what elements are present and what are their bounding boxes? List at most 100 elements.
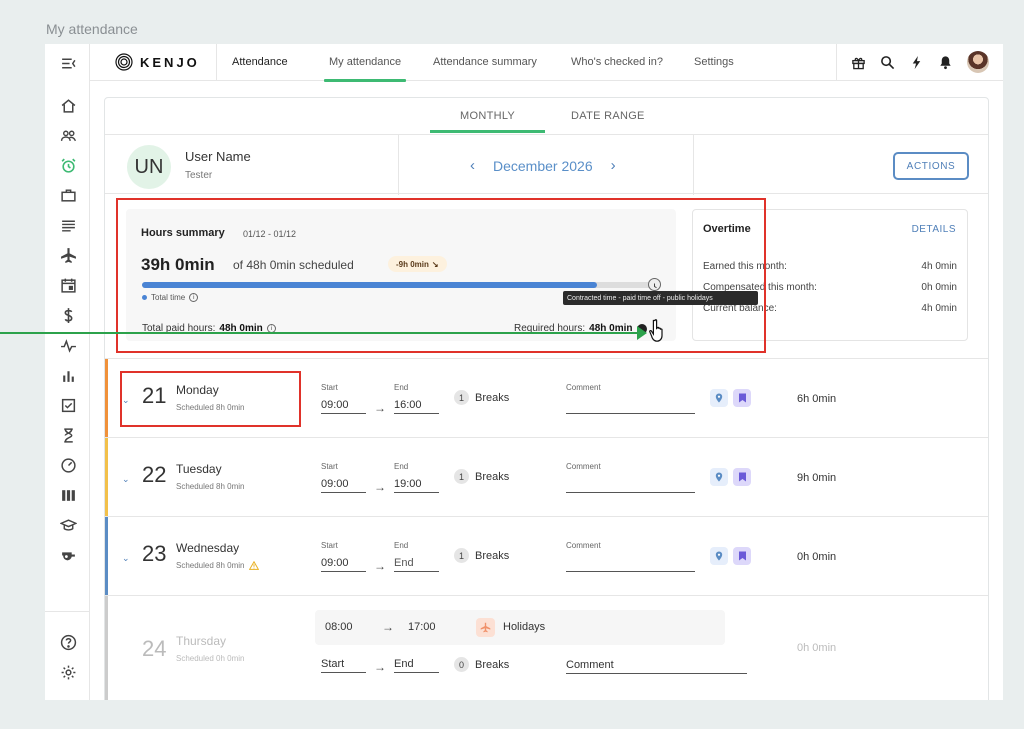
chevron-down-icon[interactable]: ⌄ xyxy=(122,395,130,406)
pulse-icon[interactable] xyxy=(57,334,79,356)
end-time-input[interactable]: End xyxy=(394,658,439,673)
start-time-input[interactable]: Start xyxy=(321,658,366,673)
whistle-icon[interactable] xyxy=(57,544,79,566)
start-time-input[interactable]: 09:00 xyxy=(321,478,366,493)
day-status-bar xyxy=(105,438,108,516)
airplane-icon xyxy=(476,618,495,637)
settings-icon[interactable] xyxy=(57,661,79,683)
hours-progress-bar xyxy=(142,282,659,288)
home-icon[interactable] xyxy=(57,94,79,116)
top-icon-group xyxy=(836,44,1003,81)
day-number: 24 xyxy=(142,636,167,661)
breaks-count: 0 xyxy=(454,657,469,672)
breaks-control[interactable]: 1 Breaks xyxy=(454,469,509,484)
scheduled-hours: of 48h 0min scheduled xyxy=(233,258,354,272)
bell-icon[interactable] xyxy=(936,53,954,71)
lightning-icon[interactable] xyxy=(907,53,925,71)
next-month-icon[interactable]: › xyxy=(611,157,616,174)
comment-input[interactable] xyxy=(566,399,695,414)
clock-marker-icon[interactable] xyxy=(648,278,661,291)
arrow-right-icon: → xyxy=(374,480,386,494)
overtime-row-value: 0h 0min xyxy=(921,282,957,293)
start-time-input[interactable]: 09:00 xyxy=(321,399,366,414)
top-navigation: KENJO Attendance My attendance Attendanc… xyxy=(90,44,1003,82)
location-pin-icon[interactable] xyxy=(710,389,728,407)
day-status-bar xyxy=(105,596,108,700)
breaks-count: 1 xyxy=(454,390,469,405)
gauge-icon[interactable] xyxy=(57,454,79,476)
overtime-card: Overtime DETAILS Earned this month: 4h 0… xyxy=(692,209,968,341)
location-pin-icon[interactable] xyxy=(710,468,728,486)
hourglass-icon[interactable] xyxy=(57,424,79,446)
chevron-down-icon[interactable]: ⌄ xyxy=(122,474,130,485)
tab-monthly[interactable]: MONTHLY xyxy=(429,110,546,133)
comment-label: Comment xyxy=(566,541,601,550)
bookmark-icon[interactable] xyxy=(733,547,751,565)
day-row-24: 24 Thursday Scheduled 0h 0min 08:00 → 17… xyxy=(105,595,988,700)
tab-attendance-summary[interactable]: Attendance summary xyxy=(433,56,537,68)
kenjo-logo[interactable]: KENJO xyxy=(115,53,200,71)
breaks-label: Breaks xyxy=(475,549,510,562)
breaks-label: Breaks xyxy=(475,658,510,671)
arrow-right-icon: → xyxy=(382,620,394,634)
checklist-icon[interactable] xyxy=(57,394,79,416)
day-scheduled: Scheduled 8h 0min xyxy=(176,403,245,412)
list-icon[interactable] xyxy=(57,214,79,236)
end-time-input[interactable]: 16:00 xyxy=(394,399,439,414)
start-time-input[interactable]: 09:00 xyxy=(321,557,366,572)
comment-input[interactable]: Comment xyxy=(566,659,747,674)
difference-value: -9h 0min xyxy=(396,259,429,269)
breaks-control[interactable]: 0 Breaks xyxy=(454,657,509,672)
day-name: Thursday xyxy=(176,634,227,648)
tab-settings[interactable]: Settings xyxy=(694,56,734,68)
required-hours-tooltip: Contracted time - paid time off - public… xyxy=(563,291,758,305)
breaks-control[interactable]: 1 Breaks xyxy=(454,548,509,563)
total-time-legend: Total time i xyxy=(142,293,199,302)
breaks-label: Breaks xyxy=(475,470,510,483)
day-total: 9h 0min xyxy=(797,472,837,484)
comment-input[interactable] xyxy=(566,557,695,572)
bookmark-icon[interactable] xyxy=(733,468,751,486)
dollar-icon[interactable] xyxy=(57,304,79,326)
scheduled-text: Scheduled 8h 0min xyxy=(176,482,245,491)
day-number: 21 xyxy=(142,383,167,408)
bookmark-icon[interactable] xyxy=(733,389,751,407)
avatar[interactable] xyxy=(967,51,989,73)
page-label: My attendance xyxy=(46,21,138,37)
hand-cursor-icon xyxy=(648,318,670,349)
tab-date-range[interactable]: DATE RANGE xyxy=(571,110,645,122)
current-month-label: December 2026 xyxy=(493,157,593,174)
actions-button[interactable]: ACTIONS xyxy=(893,152,969,180)
gift-icon[interactable] xyxy=(849,53,867,71)
alarm-clock-icon[interactable] xyxy=(57,154,79,176)
breaks-count: 1 xyxy=(454,469,469,484)
comment-input[interactable] xyxy=(566,478,695,493)
search-icon[interactable] xyxy=(878,53,896,71)
location-pin-icon[interactable] xyxy=(710,547,728,565)
day-total: 0h 0min xyxy=(797,551,837,563)
briefcase-icon[interactable] xyxy=(57,184,79,206)
end-time-input[interactable]: End xyxy=(394,557,439,572)
airplane-icon[interactable] xyxy=(57,244,79,266)
calendar-icon[interactable] xyxy=(57,274,79,296)
previous-month-icon[interactable]: ‹ xyxy=(470,157,475,174)
graduation-cap-icon[interactable] xyxy=(57,514,79,536)
collapse-menu-icon[interactable] xyxy=(57,52,79,74)
holiday-start: 08:00 xyxy=(325,621,353,633)
overtime-row-value: 4h 0min xyxy=(921,261,957,272)
scheduled-text: Scheduled 0h 0min xyxy=(176,654,245,663)
tab-attendance[interactable]: Attendance xyxy=(232,56,288,68)
attendance-panel: MONTHLY DATE RANGE UN User Name Tester ‹… xyxy=(104,97,989,700)
bar-chart-icon[interactable] xyxy=(57,364,79,386)
overtime-details-link[interactable]: DETAILS xyxy=(912,224,956,235)
info-icon[interactable]: i xyxy=(189,293,199,302)
chevron-down-icon[interactable]: ⌄ xyxy=(122,553,130,564)
end-time-input[interactable]: 19:00 xyxy=(394,478,439,493)
tab-whos-checked-in[interactable]: Who's checked in? xyxy=(571,56,663,68)
arrow-right-icon: → xyxy=(374,401,386,415)
people-icon[interactable] xyxy=(57,124,79,146)
tab-my-attendance[interactable]: My attendance xyxy=(323,56,407,82)
breaks-control[interactable]: 1 Breaks xyxy=(454,390,509,405)
help-icon[interactable] xyxy=(57,631,79,653)
columns-icon[interactable] xyxy=(57,484,79,506)
